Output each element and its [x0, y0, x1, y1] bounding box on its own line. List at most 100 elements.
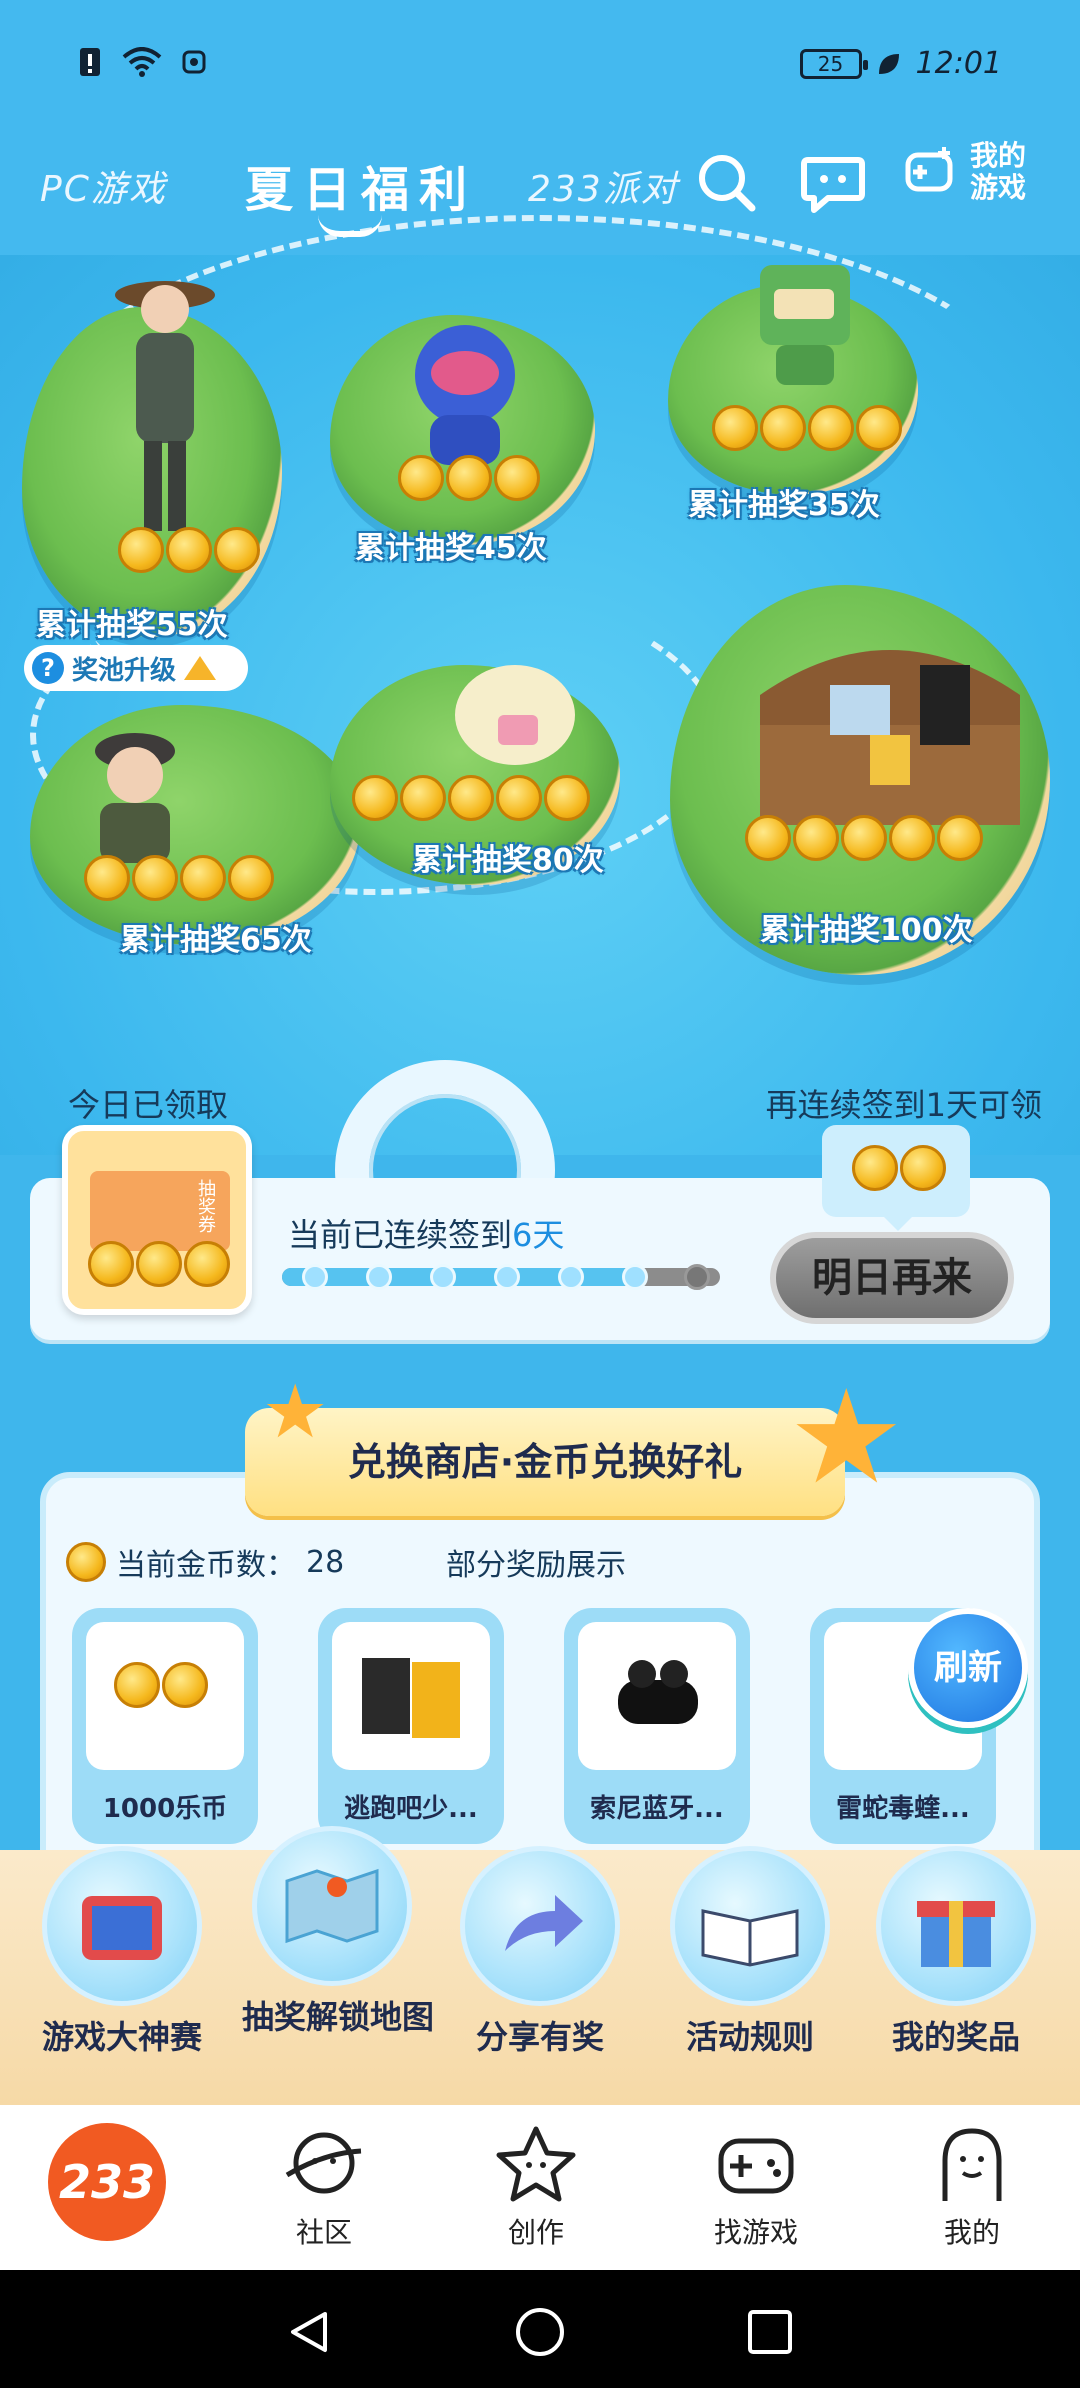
help-icon: ?	[32, 652, 64, 684]
pool-upgrade-badge[interactable]: ? 奖池升级	[24, 645, 248, 691]
nav-create[interactable]: 创作	[466, 2123, 606, 2251]
my-games-label: 我的游戏	[969, 139, 1026, 204]
battery-icon: 25	[799, 48, 868, 79]
gamepad-icon	[718, 2138, 794, 2194]
shop-item-card[interactable]: 索尼蓝牙...	[564, 1608, 750, 1844]
character-gardener-icon	[115, 281, 215, 531]
streak-text: 当前已连续签到6天	[288, 1210, 564, 1256]
nav-label: 社区	[295, 2216, 352, 2249]
profile-face-icon	[942, 2128, 1002, 2201]
nav-community[interactable]: 社区	[254, 2123, 394, 2251]
my-games-button[interactable]: 我的游戏	[904, 140, 1030, 204]
function-share[interactable]: 分享有奖	[450, 1846, 630, 2058]
function-rules[interactable]: 活动规则	[660, 1846, 840, 2058]
shop-item-name: 索尼蓝牙...	[590, 1794, 724, 1824]
notification-icon	[182, 50, 206, 74]
coin-pile	[118, 527, 260, 573]
planet-face-icon	[285, 2132, 362, 2194]
next-reward-coin-tip	[822, 1125, 970, 1231]
next-reward-label: 再连续签到1天可领	[765, 1086, 1042, 1124]
home-icon[interactable]	[514, 2306, 566, 2358]
coin-balance: 当前金币数： 28	[66, 1540, 344, 1584]
shop-banner: 兑换商店·金币兑换好礼	[245, 1408, 845, 1516]
search-icon[interactable]	[692, 148, 762, 218]
sim-alert-icon	[80, 48, 100, 76]
message-icon[interactable]	[798, 148, 868, 218]
progress-dot	[494, 1264, 520, 1290]
starfish-icon: ★	[262, 1369, 329, 1455]
character-soldier-icon	[95, 733, 175, 863]
star-face-icon	[496, 2126, 576, 2202]
coin-pile	[84, 855, 274, 901]
nav-me[interactable]: 我的	[902, 2123, 1042, 2251]
status-bar: 25 12:01	[0, 0, 1080, 130]
island-map: 累计抽奖55次 ? 奖池升级 累计抽奖45次 累计抽奖35次 累计抽奖65次 累…	[0, 215, 1080, 1155]
arrow-up-icon	[184, 656, 217, 680]
character-astronaut-icon	[415, 325, 515, 465]
come-tomorrow-button[interactable]: 明日再来	[770, 1232, 1014, 1324]
coin-pile	[852, 1145, 946, 1191]
progress-dot	[684, 1264, 710, 1290]
function-label: 分享有奖	[475, 2018, 604, 2056]
treasure-chest-icon	[760, 650, 1020, 825]
wifi-icon	[122, 47, 162, 77]
coin-stack-icon	[86, 1622, 244, 1770]
back-icon[interactable]	[285, 2308, 333, 2356]
map-icon	[252, 1826, 412, 1986]
function-label: 抽奖解锁地图	[242, 1998, 435, 2036]
lottery-ticket-icon: 抽奖券	[90, 1171, 230, 1251]
ticket-text: 抽奖券	[195, 1179, 216, 1233]
function-label: 我的奖品	[891, 2018, 1020, 2056]
milestone-45-label: 累计抽奖45次	[355, 531, 547, 566]
bottom-nav: 233 社区 创作 找游戏 我的	[0, 2105, 1080, 2270]
coin-pile	[712, 405, 902, 451]
refresh-button[interactable]: 刷新	[908, 1608, 1028, 1728]
system-nav-bar	[0, 2270, 1080, 2388]
progress-dot	[366, 1264, 392, 1290]
tv-icon	[42, 1846, 202, 2006]
streak-progress-bar	[282, 1264, 720, 1290]
today-reward-box: 抽奖券	[62, 1125, 252, 1315]
character-dino-icon	[760, 265, 850, 385]
streak-prefix: 当前已连续签到	[288, 1216, 513, 1254]
nav-label: 我的	[943, 2216, 1000, 2249]
shop-item-name: 雷蛇毒蝰...	[836, 1794, 970, 1824]
coin-pile	[114, 1662, 208, 1708]
tab-summer-welfare[interactable]: 夏日福利	[245, 150, 477, 220]
reward-display-label: 部分奖励展示	[446, 1548, 626, 1583]
coin-pile	[88, 1241, 230, 1287]
streak-days: 6天	[512, 1216, 565, 1254]
shop-title: 兑换商店·金币兑换好礼	[347, 1440, 743, 1484]
function-label: 游戏大神赛	[41, 2018, 202, 2056]
tab-pc-games[interactable]: PC游戏	[40, 160, 167, 212]
function-my-prizes[interactable]: 我的奖品	[866, 1846, 1046, 2058]
progress-dot	[622, 1264, 648, 1290]
shop-item-card[interactable]: 逃跑吧少...	[318, 1608, 504, 1844]
milestone-55-label: 累计抽奖55次	[36, 608, 228, 643]
clock: 12:01	[915, 46, 1002, 81]
coin-pile	[398, 455, 540, 501]
nav-find-games[interactable]: 找游戏	[686, 2123, 826, 2251]
progress-dot	[558, 1264, 584, 1290]
character-chick-icon	[455, 665, 575, 765]
coin-balance-label: 当前金币数：	[116, 1548, 296, 1583]
tab-233-party[interactable]: 233派对	[528, 160, 679, 212]
earbuds-icon	[578, 1622, 736, 1770]
starfish-icon: ★	[788, 1361, 905, 1513]
today-claimed-label: 今日已领取	[68, 1086, 229, 1124]
function-unlock-map[interactable]: 抽奖解锁地图	[242, 1826, 435, 2038]
shop-item-name: 1000乐币	[102, 1794, 228, 1824]
status-left	[78, 46, 206, 78]
progress-dot	[430, 1264, 456, 1290]
share-arrow-icon	[460, 1846, 620, 2006]
progress-dot	[302, 1264, 328, 1290]
battery-level: 25	[817, 51, 844, 76]
home-logo-button[interactable]: 233	[48, 2123, 166, 2241]
function-game-contest[interactable]: 游戏大神赛	[32, 1846, 212, 2058]
milestone-65-label: 累计抽奖65次	[120, 923, 312, 958]
recents-icon[interactable]	[746, 2308, 794, 2356]
toy-box-icon	[332, 1622, 490, 1770]
milestone-35-label: 累计抽奖35次	[688, 488, 880, 523]
shop-item-card[interactable]: 1000乐币	[72, 1608, 258, 1844]
gift-icon	[876, 1846, 1036, 2006]
